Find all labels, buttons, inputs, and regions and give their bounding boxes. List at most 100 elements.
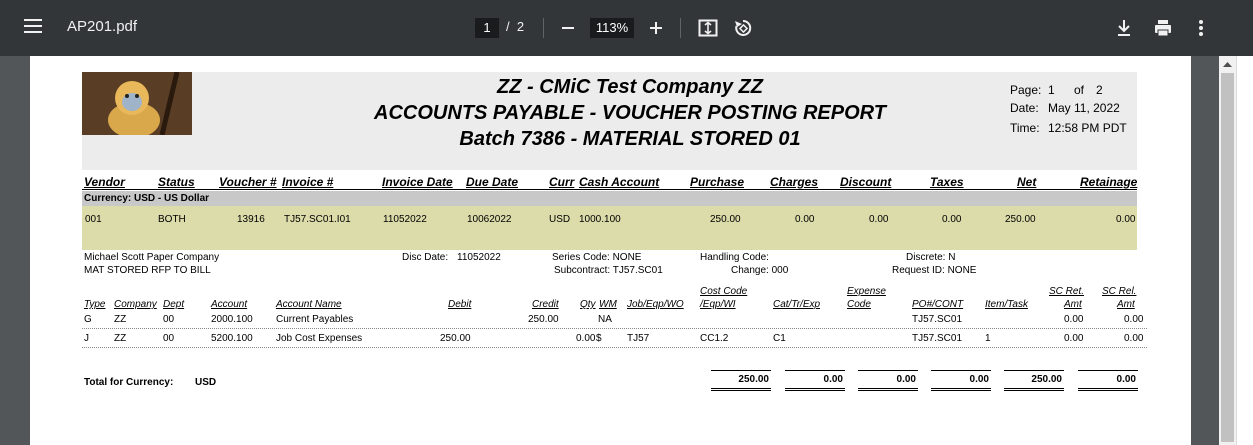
request-id: Request ID: NONE	[892, 265, 977, 276]
hamburger-menu-icon[interactable]	[24, 19, 42, 33]
dist-row-cat: C1	[773, 333, 786, 344]
dist-row-company: ZZ	[114, 333, 127, 344]
due-date: 10062022	[467, 214, 512, 225]
total-rule	[931, 370, 991, 371]
scrollbar-thumb[interactable]	[1221, 73, 1234, 442]
col-header: Net	[1017, 175, 1037, 189]
zoom-level-input[interactable]: 113%	[590, 18, 634, 38]
row-divider	[82, 347, 1147, 348]
currency: USD	[549, 214, 571, 225]
disc-date-label: Disc Date:	[402, 252, 449, 263]
batch-title: Batch 7386 - MATERIAL STORED 01	[459, 128, 801, 150]
currency-label: Currency: USD - US Dollar	[84, 193, 210, 204]
scroll-up-arrow-icon[interactable]	[1222, 60, 1233, 68]
dist-header-po: PO#/CONT	[912, 299, 964, 310]
dist-header-item: Item/Task	[985, 299, 1028, 310]
voucher-description: MAT STORED RFP TO BILL	[84, 265, 211, 276]
dist-row-scret: 0.00	[1064, 333, 1084, 344]
row-divider	[82, 328, 1147, 329]
company-title: ZZ - CMiC Test Company ZZ	[497, 76, 763, 98]
col-header: Retainage	[1080, 175, 1138, 189]
page-total: 2	[1096, 83, 1103, 97]
header-rule	[82, 189, 1137, 190]
charges-amount: 0.00	[795, 214, 815, 225]
dist-header-cost-code: Cost Code	[700, 286, 748, 297]
dist-header-cost-code: /Eqp/WI	[700, 299, 736, 310]
dist-row-qty: 0.00	[576, 333, 596, 344]
change-number: Change: 000	[731, 265, 789, 276]
dist-header-qty: Qty	[580, 299, 596, 310]
col-header: Status	[158, 175, 195, 189]
totals-currency: USD	[195, 377, 217, 388]
dist-header-cat: Cat/Tr/Exp	[773, 299, 821, 310]
dist-header-screl: Amt	[1117, 299, 1135, 310]
dist-header-account: Account	[211, 299, 248, 310]
plus-icon[interactable]	[649, 21, 663, 35]
download-icon[interactable]	[1116, 19, 1132, 37]
col-header: Due Date	[466, 175, 519, 189]
page-count: / 2	[506, 19, 524, 34]
pdf-page: ZZ - CMiC Test Company ZZ ACCOUNTS PAYAB…	[30, 56, 1191, 445]
voucher-status: BOTH	[158, 214, 186, 225]
pdf-toolbar: AP201.pdf 1 / 2 113%	[0, 0, 1253, 56]
col-header: Voucher #	[219, 175, 277, 189]
total-discount: 0.00	[896, 374, 916, 385]
page-number-input[interactable]: 1	[475, 18, 499, 38]
time-label: Time:	[1010, 121, 1040, 135]
window-edge	[1236, 56, 1253, 445]
dist-row-account-name: Job Cost Expenses	[276, 333, 363, 344]
total-rule	[785, 370, 845, 371]
total-double-rule	[858, 388, 918, 391]
dist-row-scret: 0.00	[1064, 314, 1084, 325]
total-double-rule	[711, 388, 771, 391]
report-title: ACCOUNTS PAYABLE - VOUCHER POSTING REPOR…	[374, 102, 886, 124]
dist-row-screl: 0.00	[1124, 314, 1144, 325]
dist-row-po: TJ57.SC01	[912, 333, 963, 344]
page-separator: /	[506, 19, 510, 34]
col-header: Discount	[840, 175, 892, 189]
cash-account: 1000.100	[579, 214, 621, 225]
dist-row-company: ZZ	[114, 314, 127, 325]
dist-header-expense: Expense	[847, 286, 886, 297]
dist-header-credit: Credit	[532, 299, 559, 310]
dist-row-dept: 00	[163, 314, 175, 325]
page-number: 1	[1048, 83, 1055, 97]
col-header: Invoice Date	[382, 175, 453, 189]
dist-row-wm: NA	[598, 314, 612, 325]
rotate-icon[interactable]	[733, 18, 753, 38]
dist-row-type: G	[84, 314, 92, 325]
total-purchase: 250.00	[738, 374, 769, 385]
dist-row-credit: 250.00	[528, 314, 559, 325]
voucher-vendor: 001	[85, 214, 102, 225]
net-amount: 250.00	[1005, 214, 1036, 225]
purchase-amount: 250.00	[710, 214, 741, 225]
voucher-band	[82, 206, 1137, 250]
fit-page-icon[interactable]	[698, 19, 718, 37]
print-icon[interactable]	[1154, 19, 1172, 37]
disc-date: 11052022	[457, 252, 501, 263]
total-rule	[1004, 370, 1064, 371]
dist-header-type: Type	[84, 299, 106, 310]
dist-row-account-name: Current Payables	[276, 314, 354, 325]
report-time: 12:58 PM PDT	[1048, 121, 1127, 135]
col-header: Invoice #	[282, 175, 334, 189]
total-rule	[1078, 370, 1138, 371]
col-header: Purchase	[690, 175, 745, 189]
dist-header-scret: Amt	[1064, 299, 1082, 310]
total-pages: 2	[516, 19, 525, 34]
toolbar-divider	[543, 18, 544, 38]
total-double-rule	[1004, 388, 1064, 391]
currency-band	[82, 191, 1137, 206]
retainage-amount: 0.00	[1116, 214, 1136, 225]
vendor-name: Michael Scott Paper Company	[84, 252, 220, 263]
dist-row-wm: $	[596, 333, 602, 344]
series-code: Series Code: NONE	[552, 252, 642, 263]
minus-icon[interactable]	[561, 21, 575, 35]
subcontract: Subcontract: TJ57.SC01	[554, 265, 663, 276]
total-rule	[858, 370, 918, 371]
total-retainage: 0.00	[1116, 374, 1136, 385]
report-date: May 11, 2022	[1048, 101, 1120, 115]
col-header: Charges	[770, 175, 819, 189]
dist-header-scret: SC Ret.	[1049, 286, 1085, 297]
more-vert-icon[interactable]	[1196, 19, 1206, 37]
